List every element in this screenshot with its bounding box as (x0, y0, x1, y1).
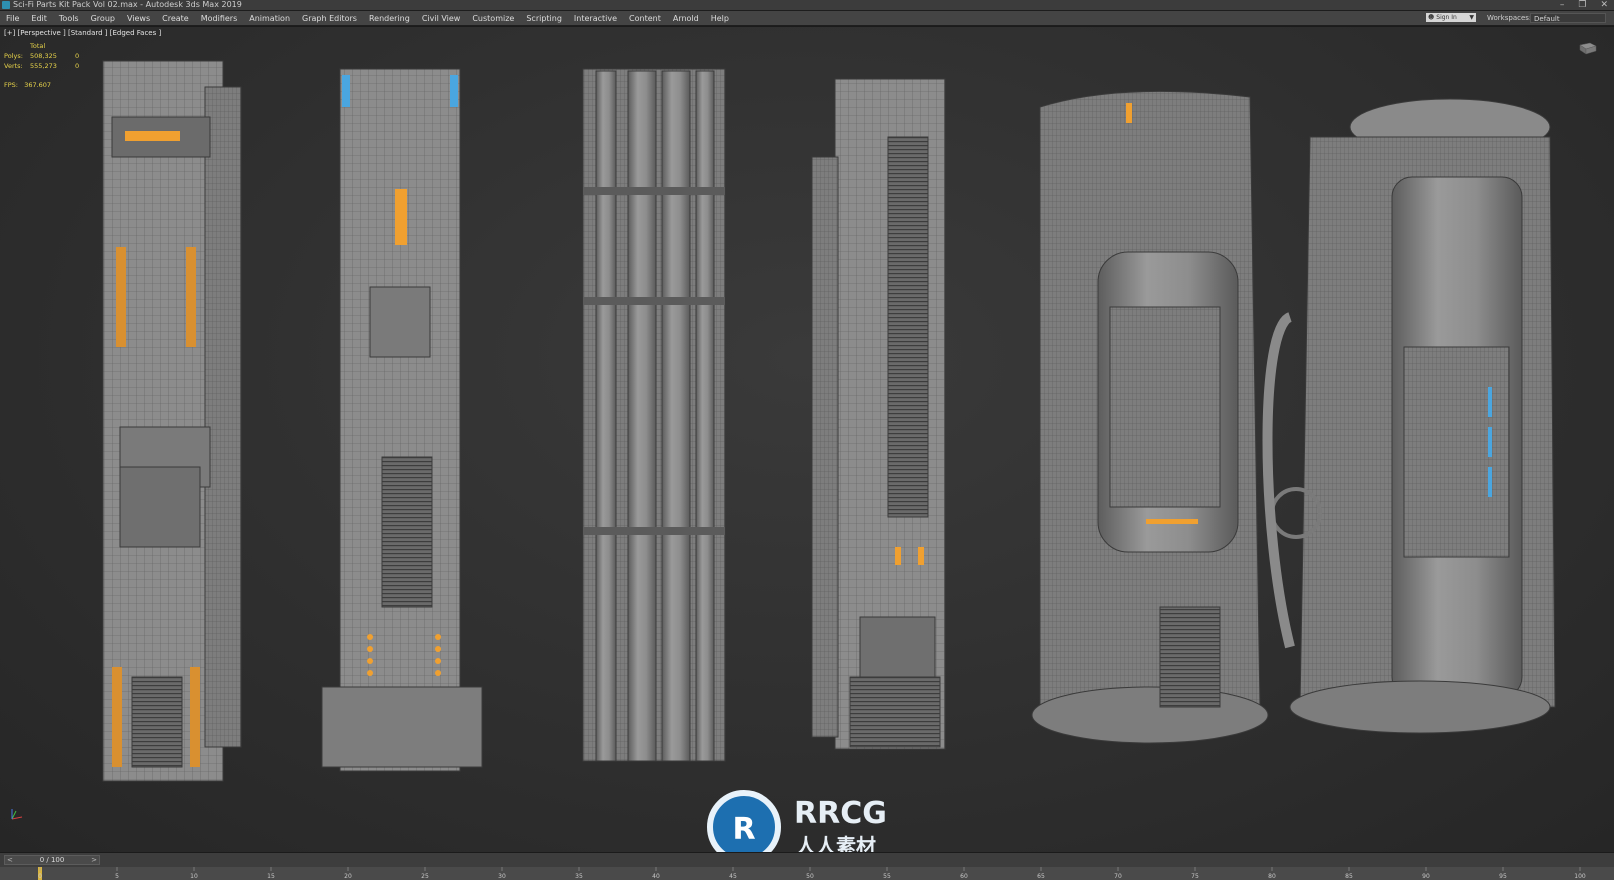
menu-group[interactable]: Group (85, 14, 121, 23)
window-controls: – ❐ ✕ (1560, 0, 1608, 10)
scene-models (102, 60, 1556, 782)
model-pillar-2[interactable] (321, 68, 483, 772)
time-slider-frame: 0 / 100 (39, 856, 65, 864)
model-cylinder-5[interactable] (1031, 90, 1269, 744)
menu-customize[interactable]: Customize (466, 14, 520, 23)
minimize-button[interactable]: – (1560, 0, 1565, 10)
sign-in-label: Sign In (1436, 14, 1457, 21)
menu-arnold[interactable]: Arnold (667, 14, 705, 23)
app-icon (2, 1, 10, 9)
svg-text:R: R (732, 812, 755, 847)
menu-graph-editors[interactable]: Graph Editors (296, 14, 363, 23)
axis-tripod-icon (11, 809, 23, 820)
chevron-down-icon: ▼ (1469, 14, 1474, 21)
restore-button[interactable]: ❐ (1578, 0, 1586, 10)
menu-edit[interactable]: Edit (25, 14, 53, 23)
chevron-left-icon[interactable]: < (7, 856, 13, 864)
close-button[interactable]: ✕ (1600, 0, 1608, 10)
watermark-brand: RRCG (794, 796, 887, 831)
menu-create[interactable]: Create (156, 14, 195, 23)
workspaces-label: Workspaces: (1487, 14, 1532, 22)
workspace-select[interactable]: Default (1530, 13, 1606, 23)
menu-content[interactable]: Content (623, 14, 667, 23)
chevron-right-icon[interactable]: > (91, 856, 97, 864)
timeline: < 0 / 100 > 0 5 10 15 20 25 30 35 40 45 50 55 60 65 70… (0, 852, 1614, 880)
menu-views[interactable]: Views (121, 14, 156, 23)
title-bar: Sci-Fi Parts Kit Pack Vol 02.max - Autod… (0, 0, 1614, 11)
menu-file[interactable]: File (0, 14, 25, 23)
sign-in-dropdown[interactable]: ☻ Sign In ▼ (1426, 13, 1476, 22)
menu-rendering[interactable]: Rendering (363, 14, 416, 23)
menu-bar: File Edit Tools Group Views Create Modif… (0, 11, 1614, 26)
timeline-ruler[interactable]: 0 5 10 15 20 25 30 35 40 45 50 55 60 65 70 75 80 85 90 95 10… (0, 867, 1614, 880)
menu-modifiers[interactable]: Modifiers (195, 14, 244, 23)
perspective-viewport[interactable]: [+] [Perspective ] [Standard ] [Edged Fa… (0, 26, 1614, 864)
menu-interactive[interactable]: Interactive (568, 14, 623, 23)
menu-scripting[interactable]: Scripting (520, 14, 568, 23)
model-pillar-1[interactable] (102, 60, 242, 782)
menu-animation[interactable]: Animation (243, 14, 296, 23)
model-pillar-4[interactable] (811, 78, 946, 750)
menu-tools[interactable]: Tools (53, 14, 85, 23)
time-slider[interactable]: < 0 / 100 > (4, 855, 100, 865)
menu-help[interactable]: Help (705, 14, 735, 23)
menu-civil-view[interactable]: Civil View (416, 14, 467, 23)
user-icon: ☻ (1428, 14, 1435, 21)
model-pillar-3[interactable] (582, 68, 726, 762)
window-title: Sci-Fi Parts Kit Pack Vol 02.max - Autod… (13, 0, 242, 9)
model-cylinder-6[interactable] (1262, 98, 1556, 734)
